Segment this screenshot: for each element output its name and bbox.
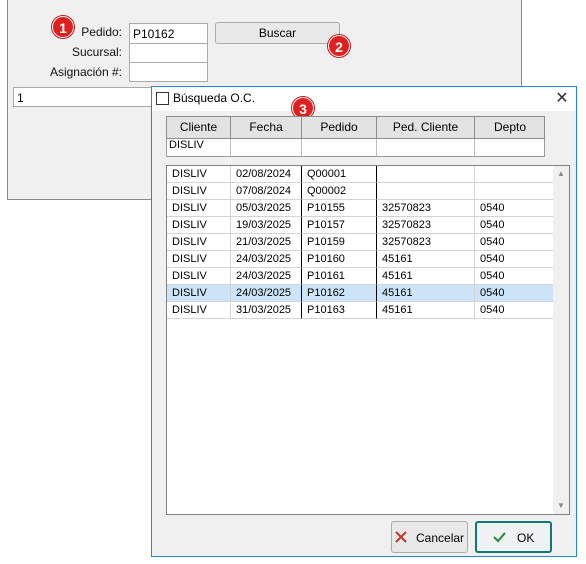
annotation-badge-2: 2 <box>328 35 350 57</box>
table-row[interactable]: DISLIV 24/03/2025 P10161 45161 0540 <box>167 268 553 285</box>
cell-cliente: DISLIV <box>167 217 231 234</box>
scroll-up-icon[interactable]: ▲ <box>553 166 569 182</box>
grid-header: Cliente Fecha Pedido Ped. Cliente Depto <box>166 116 545 139</box>
cell-ped-cliente: 45161 <box>377 251 475 268</box>
cell-pedido: P10163 <box>302 302 377 319</box>
filter-fecha-input[interactable] <box>231 139 302 156</box>
cell-depto <box>475 166 553 183</box>
cancelar-label: Cancelar <box>416 531 465 545</box>
cell-fecha: 07/08/2024 <box>231 183 302 200</box>
cell-fecha: 31/03/2025 <box>231 302 302 319</box>
cell-ped-cliente <box>377 166 475 183</box>
cell-depto: 0540 <box>475 268 553 285</box>
cell-cliente: DISLIV <box>167 200 231 217</box>
table-row[interactable]: DISLIV 24/03/2025 P10162 45161 0540 <box>167 285 553 302</box>
cell-fecha: 21/03/2025 <box>231 234 302 251</box>
col-header-fecha[interactable]: Fecha <box>231 117 302 138</box>
cell-cliente: DISLIV <box>167 302 231 319</box>
cell-cliente: DISLIV <box>167 183 231 200</box>
filter-ped-cliente-input[interactable] <box>377 139 475 156</box>
vertical-scrollbar[interactable]: ▲ ▼ <box>553 166 569 514</box>
cell-ped-cliente: 32570823 <box>377 200 475 217</box>
cancelar-button[interactable]: Cancelar <box>391 521 468 553</box>
asignacion-input[interactable] <box>129 62 208 82</box>
results-list: DISLIV 31/03/2025 P10163 45161 0540 DISLIV 24/… <box>166 165 570 515</box>
filter-depto-input[interactable] <box>475 139 545 156</box>
table-row[interactable]: DISLIV 24/03/2025 P10160 45161 0540 <box>167 251 553 268</box>
cell-ped-cliente <box>377 183 475 200</box>
close-x-icon <box>395 531 407 543</box>
buscar-button[interactable]: Buscar <box>215 22 340 44</box>
cell-depto: 0540 <box>475 285 553 302</box>
cell-depto: 0540 <box>475 251 553 268</box>
col-header-cliente[interactable]: Cliente <box>167 117 231 138</box>
extra-input[interactable]: 1 <box>13 87 155 107</box>
cell-pedido: P10160 <box>302 251 377 268</box>
cell-cliente: DISLIV <box>167 285 231 302</box>
cell-fecha: 19/03/2025 <box>231 217 302 234</box>
table-row[interactable]: DISLIV 31/03/2025 P10163 45161 0540 <box>167 302 553 319</box>
filter-pedido-input[interactable] <box>302 139 377 156</box>
cell-ped-cliente: 45161 <box>377 268 475 285</box>
ok-button[interactable]: OK <box>475 521 552 553</box>
asignacion-label: Asignación #: <box>49 65 122 79</box>
cell-fecha: 02/08/2024 <box>231 166 302 183</box>
pedido-input[interactable]: P10162 <box>129 23 208 44</box>
check-icon <box>493 532 506 543</box>
ok-label: OK <box>517 531 535 545</box>
cell-depto: 0540 <box>475 234 553 251</box>
cell-ped-cliente: 45161 <box>377 285 475 302</box>
cell-ped-cliente: 45161 <box>377 302 475 319</box>
table-row[interactable]: DISLIV 05/03/2025 P10155 32570823 0540 <box>167 200 553 217</box>
pedido-label: Pedido: <box>81 25 122 39</box>
col-header-ped-cliente[interactable]: Ped. Cliente <box>377 117 475 138</box>
filter-row: DISLIV <box>166 139 545 157</box>
cell-pedido: P10162 <box>302 285 377 302</box>
cell-cliente: DISLIV <box>167 268 231 285</box>
cell-depto: 0540 <box>475 200 553 217</box>
scroll-down-icon[interactable]: ▼ <box>553 498 569 514</box>
window-icon <box>156 92 169 105</box>
dialog-title: Búsqueda O.C. <box>173 91 256 105</box>
cell-pedido: P10161 <box>302 268 377 285</box>
cell-cliente: DISLIV <box>167 251 231 268</box>
cell-ped-cliente: 32570823 <box>377 234 475 251</box>
cell-pedido: Q00002 <box>302 183 377 200</box>
cell-pedido: P10155 <box>302 200 377 217</box>
table-row[interactable]: DISLIV 02/08/2024 Q00001 <box>167 166 553 183</box>
cell-pedido: P10159 <box>302 234 377 251</box>
cell-cliente: DISLIV <box>167 234 231 251</box>
cell-fecha: 24/03/2025 <box>231 285 302 302</box>
cell-depto <box>475 183 553 200</box>
dialog-titlebar: Búsqueda O.C. ✕ <box>152 87 576 111</box>
filter-cliente-input[interactable]: DISLIV <box>167 139 231 156</box>
cell-depto: 0540 <box>475 302 553 319</box>
col-header-depto[interactable]: Depto <box>475 117 545 138</box>
col-header-pedido[interactable]: Pedido <box>302 117 377 138</box>
cell-fecha: 24/03/2025 <box>231 251 302 268</box>
table-row[interactable]: DISLIV 19/03/2025 P10157 32570823 0540 <box>167 217 553 234</box>
sucursal-input[interactable] <box>129 43 208 63</box>
cell-cliente: DISLIV <box>167 166 231 183</box>
cell-fecha: 24/03/2025 <box>231 268 302 285</box>
cell-fecha: 05/03/2025 <box>231 200 302 217</box>
cell-pedido: P10157 <box>302 217 377 234</box>
sucursal-label: Sucursal: <box>71 45 122 59</box>
table-row[interactable]: DISLIV 07/08/2024 Q00002 <box>167 183 553 200</box>
cell-ped-cliente: 32570823 <box>377 217 475 234</box>
cell-depto: 0540 <box>475 217 553 234</box>
table-row[interactable]: DISLIV 21/03/2025 P10159 32570823 0540 <box>167 234 553 251</box>
close-icon[interactable]: ✕ <box>552 89 572 109</box>
cell-pedido: Q00001 <box>302 166 377 183</box>
